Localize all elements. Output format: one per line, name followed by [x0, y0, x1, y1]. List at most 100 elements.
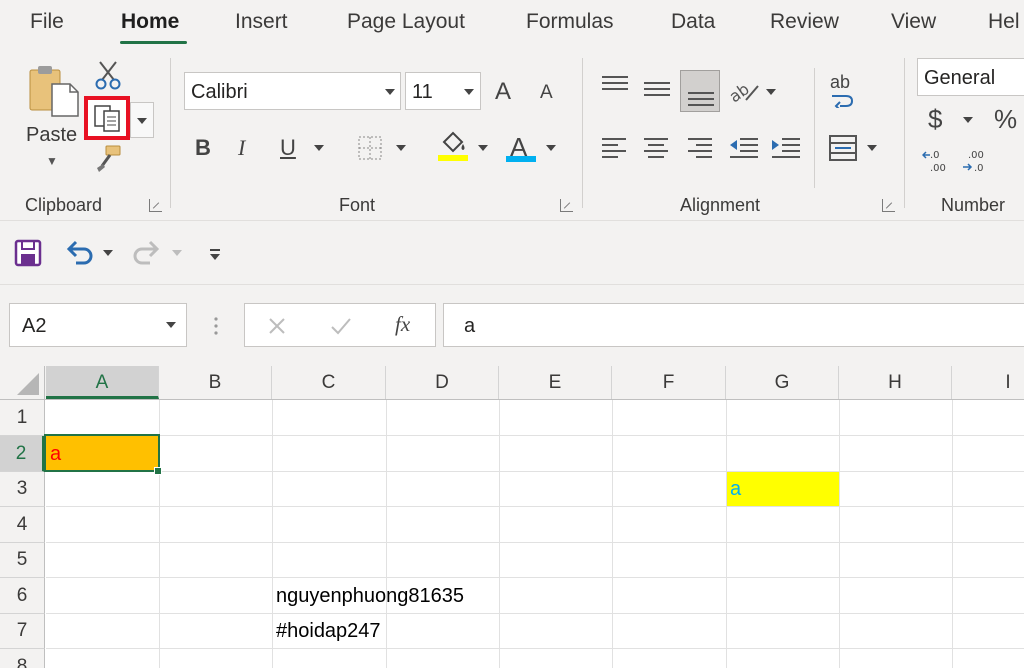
gridline — [46, 648, 1024, 649]
row-header[interactable]: 3 — [0, 472, 45, 507]
chevron-down-icon[interactable] — [478, 145, 488, 151]
column-header[interactable]: D — [386, 366, 499, 399]
name-box[interactable]: A2 — [9, 303, 187, 347]
row-header[interactable]: 7 — [0, 614, 45, 649]
format-painter-icon[interactable] — [94, 144, 124, 174]
cell-C6[interactable]: nguyenphuong81635 — [276, 585, 464, 608]
align-bottom-button[interactable] — [680, 70, 720, 112]
column-header[interactable]: B — [159, 366, 272, 399]
chevron-down-icon[interactable] — [314, 145, 324, 151]
chevron-down-icon[interactable] — [546, 145, 556, 151]
column-header[interactable]: F — [612, 366, 726, 399]
wrap-text-button[interactable]: ab — [830, 72, 850, 93]
chevron-down-icon[interactable] — [103, 250, 113, 256]
fill-color-icon[interactable] — [436, 130, 470, 162]
gridline — [46, 613, 1024, 614]
alignment-launcher-icon[interactable] — [882, 199, 895, 212]
gridline — [612, 400, 613, 668]
orientation-icon[interactable]: ab — [728, 76, 762, 106]
align-middle-icon[interactable] — [642, 78, 672, 100]
chevron-down-icon[interactable] — [867, 145, 877, 151]
quick-access-toolbar — [0, 220, 1024, 284]
enter-icon[interactable] — [329, 316, 353, 336]
merge-center-icon[interactable] — [828, 134, 858, 162]
font-size-select[interactable]: 11 — [405, 72, 481, 110]
bold-button[interactable]: B — [195, 135, 211, 161]
column-header[interactable]: G — [726, 366, 839, 399]
gridline — [952, 400, 953, 668]
cancel-icon[interactable] — [267, 316, 287, 336]
cell-G3[interactable]: a — [730, 478, 741, 501]
increase-decimal-icon[interactable]: .0 .00 — [922, 148, 952, 174]
svg-text:.0: .0 — [974, 163, 984, 174]
select-all-button[interactable] — [0, 366, 45, 399]
svg-text:.00: .00 — [930, 163, 946, 174]
currency-button[interactable]: $ — [928, 104, 942, 135]
insert-function-button[interactable]: fx — [395, 312, 410, 337]
italic-button[interactable]: I — [238, 135, 245, 161]
chevron-down-icon[interactable] — [166, 322, 176, 328]
chevron-down-icon[interactable] — [963, 117, 973, 123]
formula-buttons: fx — [244, 303, 436, 347]
tab-home[interactable]: Home — [121, 10, 179, 34]
formula-input[interactable]: a — [443, 303, 1024, 347]
gridline — [46, 506, 1024, 507]
row-header[interactable]: 2 — [0, 436, 45, 472]
cut-icon[interactable] — [94, 60, 122, 90]
row-header[interactable]: 1 — [0, 400, 45, 436]
tab-page-layout[interactable]: Page Layout — [347, 10, 465, 34]
cell-C7[interactable]: #hoidap247 — [276, 620, 381, 643]
fill-handle[interactable] — [154, 467, 162, 475]
decrease-indent-icon[interactable] — [728, 136, 760, 160]
underline-button[interactable]: U — [280, 135, 296, 161]
save-icon[interactable] — [14, 239, 42, 267]
increase-indent-icon[interactable] — [770, 136, 802, 160]
tab-formulas[interactable]: Formulas — [526, 10, 614, 34]
tab-help[interactable]: Hel — [988, 10, 1020, 34]
paste-icon[interactable] — [28, 64, 80, 118]
font-name-select[interactable]: Calibri — [184, 72, 401, 110]
undo-icon[interactable] — [64, 239, 94, 267]
paste-dropdown-icon[interactable]: ▼ — [46, 154, 58, 168]
chevron-down-icon[interactable] — [396, 145, 406, 151]
clipboard-group-label: Clipboard — [25, 195, 103, 215]
column-headers: A B C D E F G H I — [0, 366, 1024, 400]
svg-text:ab: ab — [728, 79, 753, 106]
row-header[interactable]: 5 — [0, 543, 45, 578]
decrease-decimal-icon[interactable]: .00 .0 — [962, 148, 992, 174]
row-header[interactable]: 8 — [0, 649, 45, 668]
tab-data[interactable]: Data — [671, 10, 715, 34]
tab-file[interactable]: File — [30, 10, 64, 34]
align-right-icon[interactable] — [686, 136, 714, 160]
row-header[interactable]: 4 — [0, 507, 45, 543]
column-header[interactable]: I — [952, 366, 1024, 399]
row-header[interactable]: 6 — [0, 578, 45, 614]
column-header[interactable]: A — [46, 366, 159, 399]
tab-insert[interactable]: Insert — [235, 10, 288, 34]
customize-toolbar-icon[interactable] — [208, 247, 222, 261]
formula-input-value: a — [464, 315, 476, 337]
font-launcher-icon[interactable] — [560, 199, 573, 212]
column-header[interactable]: E — [499, 366, 612, 399]
align-left-icon[interactable] — [600, 136, 628, 160]
paste-button-label[interactable]: Paste — [26, 124, 77, 147]
tab-view[interactable]: View — [891, 10, 936, 34]
decrease-font-size-button[interactable]: A — [540, 82, 553, 104]
percent-button[interactable]: % — [994, 104, 1017, 135]
chevron-down-icon[interactable] — [766, 89, 776, 95]
column-header[interactable]: H — [839, 366, 952, 399]
borders-icon[interactable] — [356, 134, 384, 162]
group-divider — [904, 58, 905, 208]
clipboard-launcher-icon[interactable] — [149, 199, 162, 212]
align-top-icon[interactable] — [600, 74, 630, 94]
column-header[interactable]: C — [272, 366, 386, 399]
cell-area[interactable]: a a nguyenphuong81635 #hoidap247 — [44, 400, 1024, 668]
grip-icon[interactable] — [212, 315, 220, 337]
number-format-select[interactable]: General — [917, 58, 1024, 96]
copy-button[interactable] — [84, 96, 130, 140]
font-group-label: Font — [339, 195, 376, 215]
copy-dropdown[interactable] — [130, 102, 154, 138]
increase-font-size-button[interactable]: A — [495, 78, 511, 106]
align-center-icon[interactable] — [642, 136, 670, 160]
tab-review[interactable]: Review — [770, 10, 839, 34]
